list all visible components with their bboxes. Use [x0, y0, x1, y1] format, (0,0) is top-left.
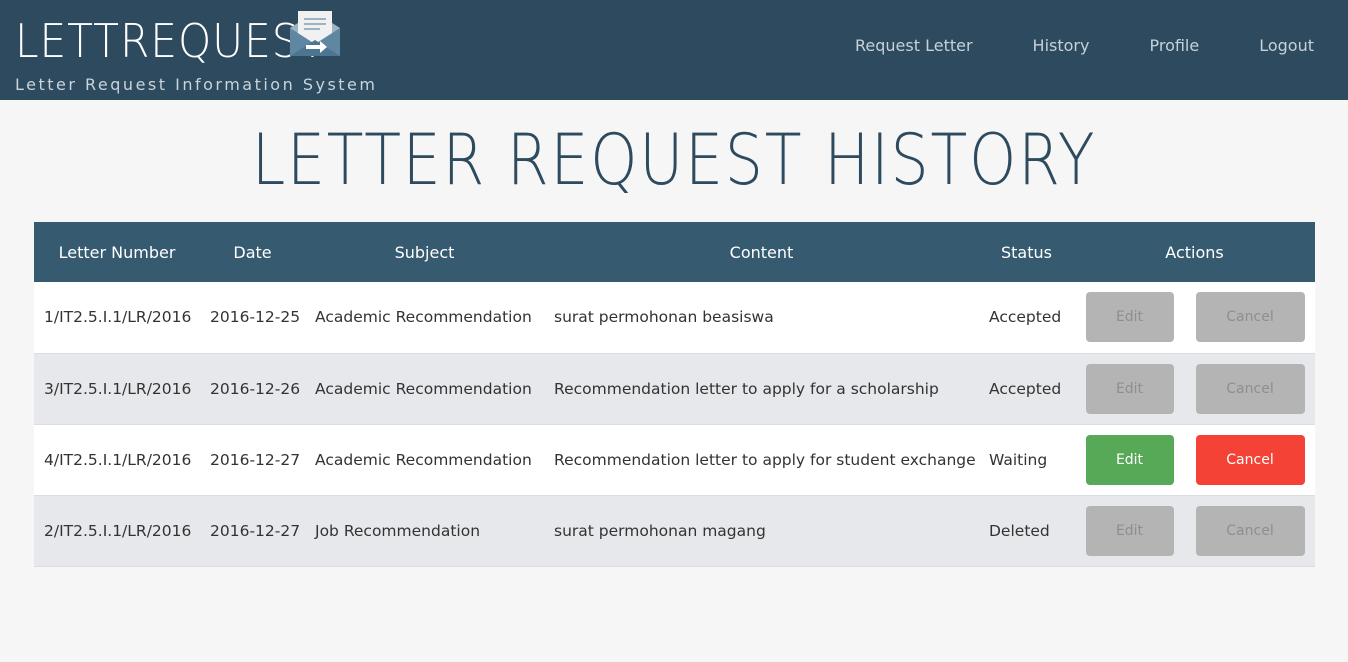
- table-row: 2/IT2.5.I.1/LR/2016 2016-12-27 Job Recom…: [34, 495, 1316, 566]
- cell-cancel: Cancel: [1185, 282, 1315, 353]
- nav-logout[interactable]: Logout: [1229, 36, 1348, 55]
- nav-menu: Request Letter History Profile Logout: [825, 0, 1348, 90]
- cell-letter-number: 3/IT2.5.I.1/LR/2016: [44, 379, 192, 398]
- cell-content: surat permohonan beasiswa: [554, 308, 774, 327]
- cell-status: Accepted: [989, 379, 1062, 398]
- table-row: 1/IT2.5.I.1/LR/2016 2016-12-25 Academic …: [34, 282, 1316, 353]
- header-subject: Subject: [394, 242, 455, 262]
- cell-content: Recommendation letter to apply for stude…: [554, 450, 976, 469]
- cell-subject: Academic Recommendation: [315, 450, 532, 469]
- header-date: Date: [233, 242, 272, 262]
- page-title: LETTER REQUEST HISTORY: [251, 119, 1097, 201]
- cell-letter-number: 4/IT2.5.I.1/LR/2016: [44, 450, 192, 469]
- cell-letter-number: 1/IT2.5.I.1/LR/2016: [44, 308, 192, 327]
- cell-cancel: Cancel: [1185, 424, 1315, 495]
- history-table-container: Letter Number Date Subject Content Statu…: [34, 222, 1316, 567]
- edit-button: Edit: [1085, 363, 1174, 414]
- edit-button: Edit: [1085, 292, 1174, 343]
- cell-date: 2016-12-26: [210, 379, 301, 398]
- envelope-icon: [290, 11, 340, 56]
- cancel-button: Cancel: [1195, 505, 1305, 556]
- cell-subject: Job Recommendation: [315, 521, 481, 540]
- cell-edit: Edit: [1074, 353, 1185, 424]
- table-row: 4/IT2.5.I.1/LR/2016 2016-12-27 Academic …: [34, 424, 1316, 495]
- navbar: LETTREQUEST Letter Request Information S…: [0, 0, 1348, 100]
- cell-cancel: Cancel: [1185, 495, 1315, 566]
- cancel-button: Cancel: [1195, 292, 1305, 343]
- table-header-row: Letter Number Date Subject Content Statu…: [34, 222, 1316, 282]
- cell-edit: Edit: [1074, 424, 1185, 495]
- edit-button: Edit: [1085, 505, 1174, 556]
- cancel-button: Cancel: [1195, 363, 1305, 414]
- nav-request-letter[interactable]: Request Letter: [825, 36, 1003, 55]
- edit-button[interactable]: Edit: [1085, 434, 1174, 485]
- header-actions: Actions: [1165, 242, 1224, 262]
- cell-subject: Academic Recommendation: [315, 308, 532, 327]
- cell-status: Accepted: [989, 308, 1062, 327]
- cell-content: Recommendation letter to apply for a sch…: [554, 379, 939, 398]
- cell-cancel: Cancel: [1185, 353, 1315, 424]
- cell-status: Deleted: [989, 521, 1050, 540]
- cell-date: 2016-12-25: [210, 308, 301, 327]
- cell-status: Waiting: [989, 450, 1048, 469]
- table-row: 3/IT2.5.I.1/LR/2016 2016-12-26 Academic …: [34, 353, 1316, 424]
- cell-subject: Academic Recommendation: [315, 379, 532, 398]
- header-status: Status: [1001, 242, 1052, 262]
- history-table: Letter Number Date Subject Content Statu…: [34, 222, 1316, 567]
- app-title: LETTREQUEST: [15, 14, 327, 68]
- cell-date: 2016-12-27: [210, 450, 301, 469]
- nav-profile[interactable]: Profile: [1119, 36, 1229, 55]
- cancel-button[interactable]: Cancel: [1195, 434, 1305, 485]
- cell-letter-number: 2/IT2.5.I.1/LR/2016: [44, 521, 192, 540]
- header-letter-number: Letter Number: [58, 242, 176, 262]
- nav-history[interactable]: History: [1003, 36, 1120, 55]
- cell-edit: Edit: [1074, 495, 1185, 566]
- cell-content: surat permohonan magang: [554, 521, 766, 540]
- cell-edit: Edit: [1074, 282, 1185, 353]
- header-content: Content: [729, 242, 794, 262]
- app-subtitle: Letter Request Information System: [15, 75, 378, 94]
- cell-date: 2016-12-27: [210, 521, 301, 540]
